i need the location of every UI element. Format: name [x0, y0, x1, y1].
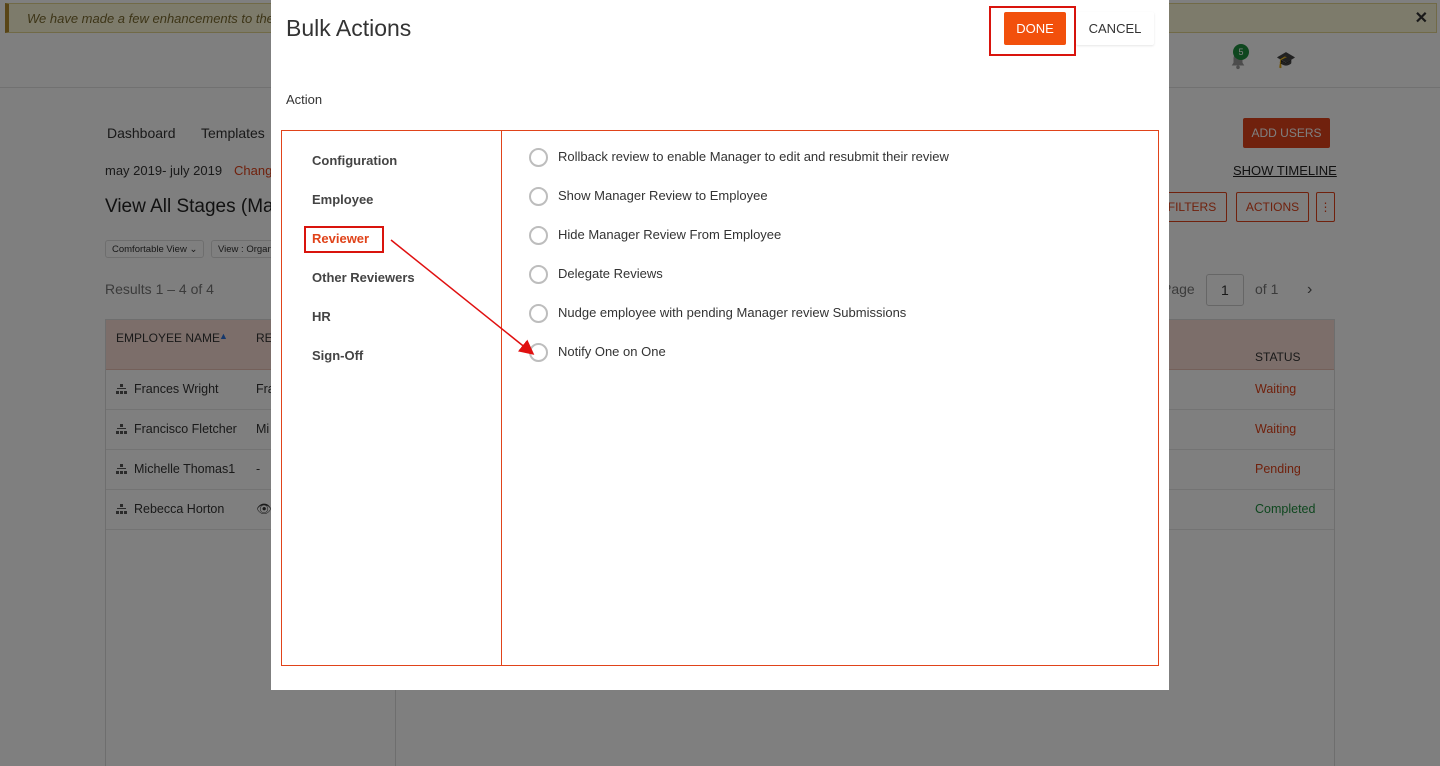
category-list: Configuration Employee Reviewer Other Re…: [282, 131, 502, 665]
category-employee[interactable]: Employee: [312, 192, 373, 207]
radio-button[interactable]: [529, 343, 548, 362]
radio-button[interactable]: [529, 226, 548, 245]
option-list: Rollback review to enable Manager to edi…: [502, 131, 1158, 665]
category-other-reviewers[interactable]: Other Reviewers: [312, 270, 415, 285]
option-label[interactable]: Notify One on One: [558, 344, 666, 359]
reviewer-highlight-box: [304, 226, 384, 253]
modal-title: Bulk Actions: [286, 15, 412, 41]
category-sign-off[interactable]: Sign-Off: [312, 348, 363, 363]
option-label[interactable]: Show Manager Review to Employee: [558, 188, 768, 203]
radio-button[interactable]: [529, 304, 548, 323]
action-panel: Configuration Employee Reviewer Other Re…: [281, 130, 1159, 666]
option-label[interactable]: Rollback review to enable Manager to edi…: [558, 149, 949, 164]
option-label[interactable]: Nudge employee with pending Manager revi…: [558, 305, 906, 320]
action-label: Action: [286, 92, 323, 107]
bulk-actions-modal: Bulk Actions DONE CANCEL Action Configur…: [271, 0, 1169, 690]
category-hr[interactable]: HR: [312, 309, 331, 324]
done-button[interactable]: DONE: [1004, 12, 1066, 45]
radio-button[interactable]: [529, 148, 548, 167]
radio-button[interactable]: [529, 265, 548, 284]
cancel-button[interactable]: CANCEL: [1076, 12, 1154, 45]
radio-button[interactable]: [529, 187, 548, 206]
option-label[interactable]: Delegate Reviews: [558, 266, 663, 281]
category-configuration[interactable]: Configuration: [312, 153, 397, 168]
option-label[interactable]: Hide Manager Review From Employee: [558, 227, 781, 242]
